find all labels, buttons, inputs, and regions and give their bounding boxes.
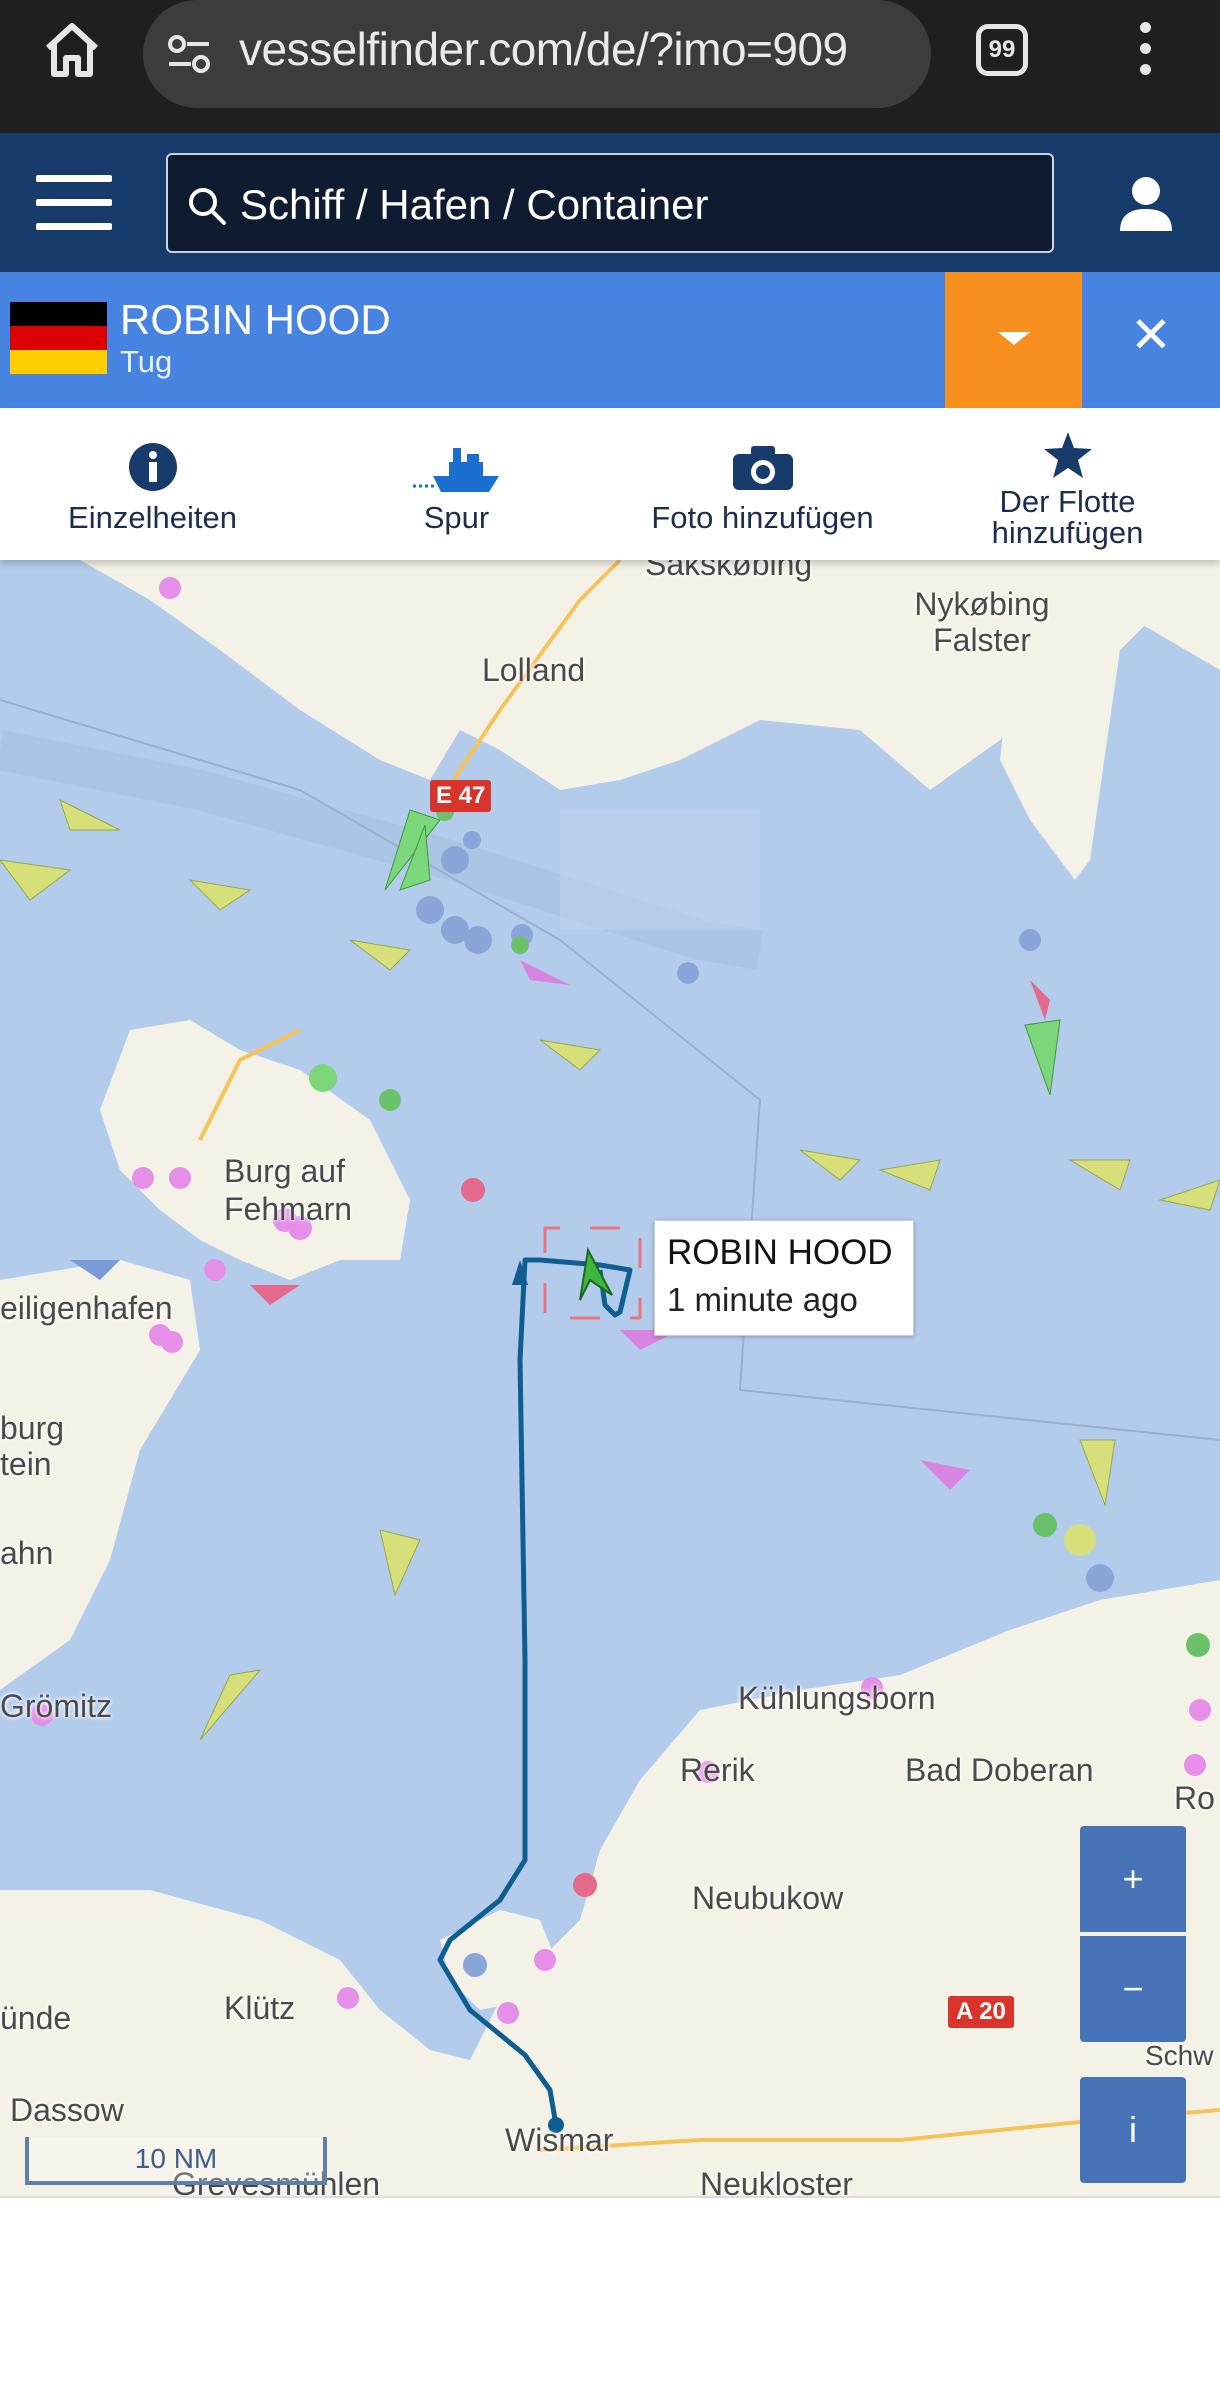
place-label: Schw — [1145, 2040, 1214, 2071]
road-sign-label: E 47 — [430, 780, 492, 812]
place-label: eiligenhafen — [0, 1290, 173, 1326]
place-label: Bad Doberan — [905, 1752, 1094, 1788]
map-info-button[interactable]: i — [1080, 2077, 1186, 2183]
home-icon[interactable] — [40, 20, 104, 80]
place-label: Nykøbing Falster — [914, 586, 1050, 658]
track-button[interactable]: Spur — [334, 408, 579, 560]
place-label: Rerik — [680, 1752, 755, 1788]
place-label: Kühlungsborn — [738, 1680, 936, 1716]
search-placeholder: Schiff / Hafen / Container — [240, 181, 709, 228]
place-label: Burg auf Fehmarn — [224, 1153, 353, 1227]
vessel-type: Tug — [120, 344, 173, 379]
place-label: Sakskøbing — [645, 560, 813, 582]
details-button[interactable]: Einzelheiten — [30, 408, 275, 560]
vessel-dropdown-button[interactable] — [945, 272, 1082, 408]
popup-vessel-name: ROBIN HOOD — [667, 1233, 893, 1272]
hamburger-menu-icon[interactable] — [36, 175, 112, 231]
search-icon — [189, 188, 226, 225]
place-label: burg tein — [0, 1410, 65, 1482]
add-photo-label: Foto hinzufügen — [651, 500, 874, 535]
close-icon: ✕ — [1130, 307, 1172, 363]
url-text[interactable]: vesselfinder.com/de/?imo=909 — [239, 22, 848, 76]
tab-switcher-icon[interactable]: 99 — [976, 24, 1028, 76]
vessel-header: ROBIN HOOD Tug ✕ — [0, 272, 1220, 408]
search-input[interactable]: Schiff / Hafen / Container — [166, 153, 1054, 253]
place-label: ünde — [0, 2000, 72, 2036]
track-label: Spur — [423, 500, 490, 535]
close-button[interactable]: ✕ — [1082, 272, 1220, 408]
caret-down-icon — [998, 332, 1030, 345]
germany-flag-icon — [10, 302, 107, 374]
vessel-actions: Einzelheiten Spur Foto hinzufügen Der Fl… — [0, 408, 1220, 560]
road-sign-label: A 20 — [948, 1996, 1014, 2028]
add-to-fleet-label: Der Flotte hinzufügen — [991, 484, 1144, 550]
water-zone — [560, 810, 760, 930]
site-header: Schiff / Hafen / Container — [0, 133, 1220, 272]
more-menu-icon[interactable] — [1130, 22, 1160, 82]
selected-vessel-marker[interactable] — [579, 1246, 613, 1301]
user-icon[interactable] — [1118, 173, 1174, 233]
zoom-out-button[interactable]: − — [1080, 1936, 1186, 2042]
browser-toolbar: vesselfinder.com/de/?imo=909 99 — [0, 0, 1220, 133]
place-label: Klütz — [224, 1990, 296, 2026]
place-label: Wismar — [505, 2122, 614, 2158]
info-icon — [128, 443, 177, 491]
fehmarn-land — [100, 1020, 410, 1280]
ship-track-icon — [412, 448, 499, 492]
vessel-popup[interactable]: ROBIN HOOD 1 minute ago — [654, 1220, 914, 1336]
star-icon — [1043, 432, 1092, 478]
add-photo-button[interactable]: Foto hinzufügen — [620, 408, 905, 560]
camera-icon — [732, 446, 793, 490]
place-label: Ro — [1174, 1780, 1215, 1816]
place-label: Grömitz — [0, 1688, 112, 1724]
place-label: Neubukow — [692, 1880, 844, 1916]
map-scale: 10 NM — [25, 2137, 327, 2185]
map-canvas — [0, 560, 1220, 2196]
place-label: Neukloster — [700, 2166, 853, 2196]
zoom-in-button[interactable]: + — [1080, 1826, 1186, 1932]
page-bottom-area — [0, 2196, 1220, 2384]
popup-last-seen: 1 minute ago — [667, 1281, 858, 1318]
add-to-fleet-button[interactable]: Der Flotte hinzufügen — [950, 408, 1185, 560]
details-label: Einzelheiten — [68, 500, 237, 535]
site-settings-icon[interactable] — [165, 30, 215, 80]
address-bar[interactable]: vesselfinder.com/de/?imo=909 — [143, 0, 931, 108]
place-label: ahn — [0, 1535, 54, 1571]
scale-label: 10 NM — [134, 2143, 218, 2174]
place-label: Lolland — [482, 652, 586, 688]
mecklenburg-land — [0, 1580, 1220, 2196]
vessel-name: ROBIN HOOD — [120, 296, 391, 343]
map-view[interactable]: Sakskøbing Nykøbing Falster Lolland E 47… — [0, 560, 1220, 2196]
place-label: Dassow — [10, 2092, 124, 2128]
